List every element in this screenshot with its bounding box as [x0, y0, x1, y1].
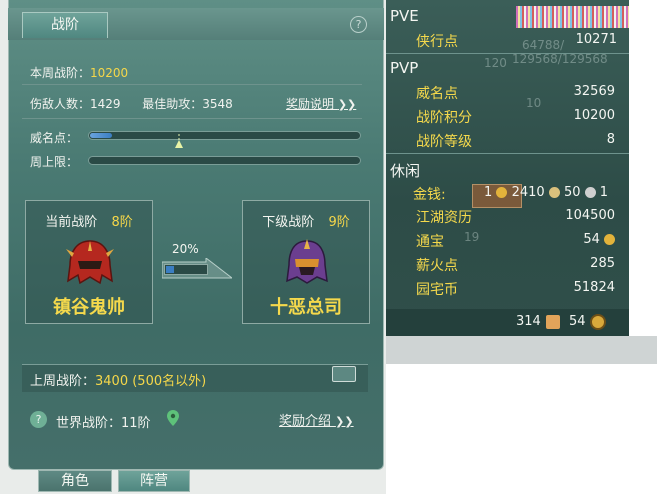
boot-icon: [546, 315, 560, 329]
tongbao-label: 通宝: [416, 234, 444, 250]
progress-percent: 20%: [172, 242, 199, 256]
divider: [22, 118, 362, 119]
footer-value-2: 54: [569, 314, 586, 329]
this-week-label: 本周战阶：: [30, 66, 91, 80]
weekly-cap-bar: [88, 156, 361, 165]
zhanjie-panel: 战阶 ? 本周战阶：10200 伤敌人数：1429 最佳助攻：3548 奖励说明…: [0, 0, 386, 494]
money-coin: 1: [599, 185, 609, 200]
tab-faction[interactable]: 阵营: [118, 470, 190, 492]
coin-icon: [604, 234, 615, 245]
next-rank-label: 下级战阶: [262, 215, 315, 230]
current-rank-card: 当前战阶 8阶 镇谷鬼帅: [25, 200, 153, 324]
marker-icon: [175, 134, 183, 148]
ghost-text: 19: [464, 230, 480, 244]
xinhuo-value: 285: [590, 256, 615, 271]
panel-shadow: [386, 336, 657, 364]
help-icon[interactable]: ?: [350, 16, 367, 33]
yuanzhai-label: 园宅币: [416, 282, 458, 298]
purple-helmet-icon: [286, 239, 328, 284]
last-week-row: 上周战阶：3400 (500名以外): [30, 370, 206, 389]
leisure-header: 休闲: [390, 162, 421, 180]
next-rank-card: 下级战阶 9阶 十恶总司: [242, 200, 370, 324]
prestige-bar: [88, 131, 361, 140]
pvp-header: PVP: [390, 59, 419, 77]
divider: [386, 53, 629, 54]
divider: [22, 84, 362, 85]
money-value: 1 2410 50 1: [484, 185, 608, 200]
world-rank-label: 世界战阶：: [56, 416, 122, 431]
reward-desc-label: 奖励说明: [286, 97, 335, 111]
stats-row: 伤敌人数：1429 最佳助攻：3548: [30, 95, 233, 112]
reward-intro-link[interactable]: 奖励介绍 ❯❯: [279, 410, 354, 429]
zhanjie-points-value: 10200: [573, 108, 615, 123]
money-gold: 1: [484, 185, 493, 200]
jianghu-label: 江湖资历: [416, 210, 472, 226]
xiaxing-label: 侠行点: [416, 34, 458, 50]
double-chevron-icon: ❯❯: [335, 415, 354, 428]
money-label: 金钱:: [413, 187, 446, 203]
world-rank-value: 11阶: [121, 416, 151, 431]
tab-character[interactable]: 角色: [38, 470, 112, 492]
xiaxing-value: 10271: [575, 32, 617, 47]
tongbao-amount: 54: [583, 232, 600, 247]
divider: [386, 153, 629, 154]
prestige-bar-fill: [90, 133, 112, 138]
silver-ingot-icon: [548, 187, 560, 198]
upgrade-progress-bar: [164, 264, 208, 275]
weekly-cap-label: 周上限：: [30, 155, 79, 169]
money-copper: 50: [563, 185, 581, 200]
coin-icon: [590, 314, 606, 330]
this-week-row: 本周战阶：10200: [30, 64, 128, 81]
next-rank-level: 9阶: [328, 215, 350, 230]
pve-header: PVE: [390, 7, 419, 25]
ghost-text: 129568/129568: [512, 52, 608, 66]
copper-ingot-icon: [584, 187, 596, 198]
chest-icon[interactable]: [332, 366, 356, 382]
tongbao-value: 54: [583, 232, 615, 247]
reward-desc-link[interactable]: 奖励说明 ❯❯: [286, 95, 356, 112]
prestige-label: 威名点：: [30, 131, 79, 145]
yuanzhai-value: 51824: [573, 280, 615, 295]
kills-value: 1429: [90, 97, 121, 111]
upgrade-progress-fill: [166, 266, 174, 273]
zhanjie-points-label: 战阶积分: [416, 110, 472, 126]
current-rank-name: 镇谷鬼帅: [53, 297, 125, 318]
ghost-text: 120: [484, 56, 507, 70]
jianghu-value: 104500: [565, 208, 615, 223]
current-rank-level: 8阶: [111, 215, 133, 230]
red-helmet-icon: [66, 240, 114, 285]
decorative-banner: [516, 6, 629, 28]
tab-zhanjie[interactable]: 战阶: [22, 12, 108, 38]
footer-bar: 314 54: [386, 309, 629, 336]
assist-label: 最佳助攻：: [142, 97, 203, 111]
assist-value: 3548: [202, 97, 233, 111]
current-rank-label: 当前战阶: [45, 215, 98, 230]
world-rank-row: 世界战阶：11阶: [56, 412, 151, 431]
next-rank-title: 下级战阶 9阶: [243, 211, 369, 230]
next-rank-name: 十恶总司: [270, 297, 342, 318]
weiming-label: 威名点: [416, 86, 458, 102]
last-week-label: 上周战阶：: [30, 374, 96, 389]
current-rank-title: 当前战阶 8阶: [26, 211, 152, 230]
help-icon[interactable]: ?: [30, 411, 47, 428]
ghost-text: 10: [526, 96, 542, 110]
xinhuo-label: 薪火点: [416, 258, 458, 274]
zhanjie-level-label: 战阶等级: [416, 134, 472, 150]
last-week-value: 3400 (500名以外): [95, 374, 207, 389]
ghost-text: 64788/: [522, 38, 565, 52]
kills-label: 伤敌人数：: [30, 97, 91, 111]
this-week-value: 10200: [90, 66, 129, 80]
footer-value-1: 314: [516, 314, 541, 329]
location-pin-icon: [167, 410, 179, 426]
gold-ingot-icon: [496, 187, 508, 198]
currency-panel: 64788/ 129568/129568 120 PVE 侠行点 10271 P…: [386, 0, 629, 336]
reward-intro-label: 奖励介绍: [279, 414, 332, 429]
zhanjie-level-value: 8: [606, 132, 615, 147]
double-chevron-icon: ❯❯: [337, 98, 357, 111]
money-silver: 2410: [511, 185, 545, 200]
weiming-value: 32569: [573, 84, 615, 99]
